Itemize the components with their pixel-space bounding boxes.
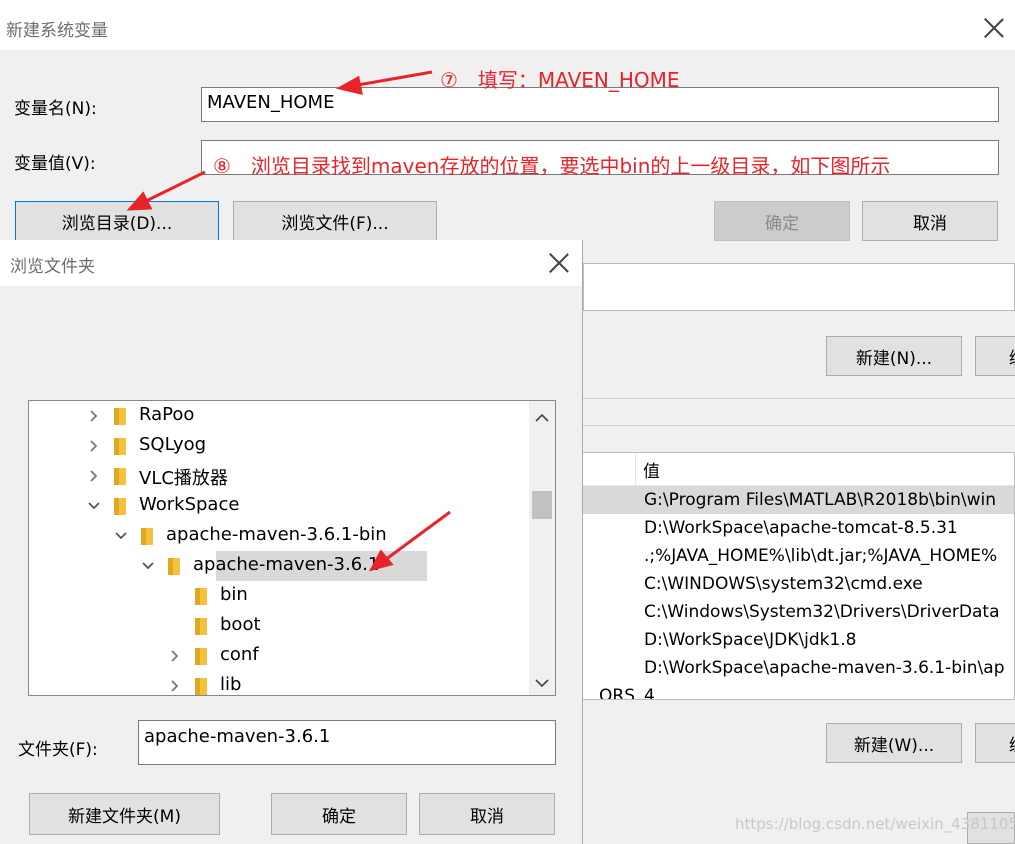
watermark: https://blog.csdn.net/weixin_43811057 [735, 815, 1015, 833]
arrow-to-name-input [351, 70, 433, 88]
arrow-to-selected-folder [384, 510, 451, 562]
arrowhead-icon [369, 549, 394, 572]
arrowhead-icon [335, 75, 363, 96]
annotation-arrows [126, 70, 451, 572]
arrowhead-icon [126, 191, 153, 211]
arrow-to-browse-button [141, 170, 206, 205]
